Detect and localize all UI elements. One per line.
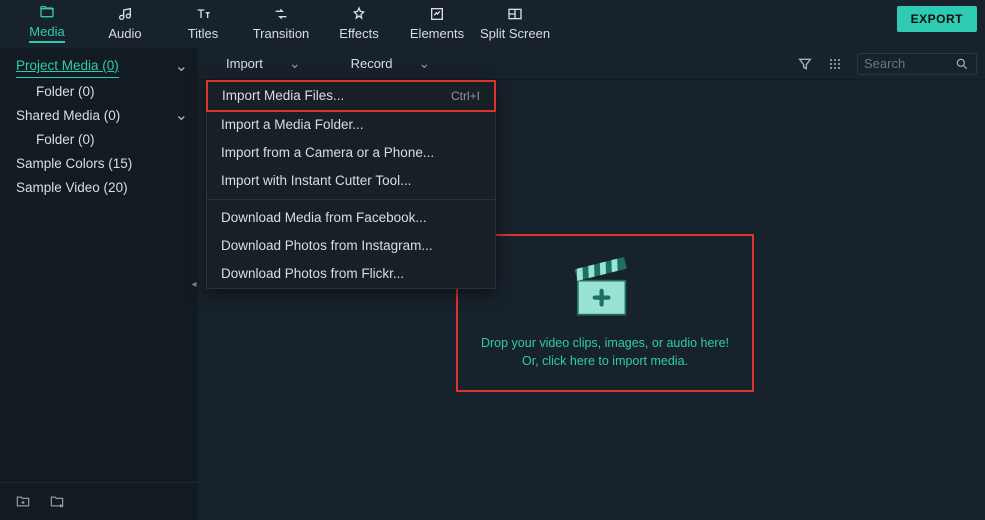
menu-item-shortcut: Ctrl+I bbox=[451, 86, 480, 106]
sidebar-item-shared-media[interactable]: Shared Media (0) ⌄ bbox=[0, 104, 198, 128]
menu-item-download-flickr[interactable]: Download Photos from Flickr... bbox=[207, 260, 495, 288]
effects-icon bbox=[351, 6, 367, 22]
top-tab-bar: Media Audio Titles Transition Effects El… bbox=[0, 0, 985, 48]
music-icon bbox=[117, 6, 133, 22]
dropzone-text-2: Or, click here to import media. bbox=[522, 352, 688, 370]
menu-item-download-facebook[interactable]: Download Media from Facebook... bbox=[207, 204, 495, 232]
chevron-down-icon: ⌄ bbox=[419, 55, 431, 72]
chevron-down-icon[interactable]: ⌄ bbox=[175, 106, 188, 126]
dropzone-text-1: Drop your video clips, images, or audio … bbox=[481, 334, 729, 352]
menu-item-import-camera[interactable]: Import from a Camera or a Phone... bbox=[207, 139, 495, 167]
grid-icon[interactable] bbox=[827, 56, 843, 72]
search-icon[interactable] bbox=[954, 56, 970, 72]
record-label: Record bbox=[351, 56, 393, 71]
sidebar-item-project-media[interactable]: Project Media (0) ⌄ bbox=[0, 54, 198, 80]
import-label: Import bbox=[226, 56, 263, 71]
tab-label: Split Screen bbox=[480, 26, 550, 41]
menu-item-download-instagram[interactable]: Download Photos from Instagram... bbox=[207, 232, 495, 260]
tab-media[interactable]: Media bbox=[8, 0, 86, 46]
menu-item-label: Download Photos from Instagram... bbox=[221, 236, 433, 256]
chevron-down-icon: ⌄ bbox=[289, 55, 301, 72]
sidebar-item-sample-video[interactable]: Sample Video (20) bbox=[0, 176, 198, 200]
media-dropzone[interactable]: Drop your video clips, images, or audio … bbox=[456, 234, 754, 392]
clapperboard-icon bbox=[571, 256, 639, 324]
add-folder-icon[interactable] bbox=[14, 494, 32, 509]
tab-titles[interactable]: Titles bbox=[164, 0, 242, 46]
sidebar-item-label: Folder (0) bbox=[36, 130, 95, 150]
menu-item-import-media-folder[interactable]: Import a Media Folder... bbox=[207, 111, 495, 139]
sidebar-item-sample-colors[interactable]: Sample Colors (15) bbox=[0, 152, 198, 176]
sidebar: Project Media (0) ⌄ Folder (0) Shared Me… bbox=[0, 48, 198, 520]
menu-item-label: Download Photos from Flickr... bbox=[221, 264, 404, 284]
menu-item-label: Import Media Files... bbox=[222, 86, 344, 106]
sidebar-item-label: Folder (0) bbox=[36, 82, 95, 102]
chevron-down-icon[interactable]: ⌄ bbox=[175, 57, 188, 77]
tab-label: Elements bbox=[410, 26, 464, 41]
import-dropdown-button[interactable]: Import ⌄ bbox=[226, 51, 301, 76]
content-toolbar: Import ⌄ Record ⌄ bbox=[198, 48, 985, 80]
menu-item-instant-cutter[interactable]: Import with Instant Cutter Tool... bbox=[207, 167, 495, 195]
remove-folder-icon[interactable] bbox=[48, 494, 66, 509]
record-dropdown-button[interactable]: Record ⌄ bbox=[351, 51, 431, 76]
transition-icon bbox=[273, 6, 289, 22]
tab-audio[interactable]: Audio bbox=[86, 0, 164, 46]
export-button[interactable]: EXPORT bbox=[897, 6, 977, 32]
sidebar-item-label: Project Media (0) bbox=[16, 56, 119, 78]
tab-transition[interactable]: Transition bbox=[242, 0, 320, 46]
tab-label: Titles bbox=[188, 26, 219, 41]
tab-label: Audio bbox=[108, 26, 141, 41]
menu-separator bbox=[207, 199, 495, 200]
sidebar-item-label: Sample Video (20) bbox=[16, 178, 128, 198]
search-input[interactable] bbox=[864, 56, 954, 71]
search-box[interactable] bbox=[857, 53, 977, 75]
tab-label: Effects bbox=[339, 26, 379, 41]
sidebar-item-folder[interactable]: Folder (0) bbox=[0, 80, 198, 104]
titles-icon bbox=[195, 6, 211, 22]
sidebar-item-label: Shared Media (0) bbox=[16, 106, 120, 126]
sidebar-footer bbox=[0, 482, 198, 520]
menu-item-label: Import from a Camera or a Phone... bbox=[221, 143, 434, 163]
elements-icon bbox=[429, 6, 445, 22]
split-screen-icon bbox=[507, 6, 523, 22]
import-dropdown-menu: Import Media Files... Ctrl+I Import a Me… bbox=[206, 80, 496, 289]
filter-icon[interactable] bbox=[797, 56, 813, 72]
toolbar-right bbox=[797, 48, 977, 79]
menu-item-label: Import with Instant Cutter Tool... bbox=[221, 171, 411, 191]
menu-item-label: Import a Media Folder... bbox=[221, 115, 364, 135]
sidebar-item-label: Sample Colors (15) bbox=[16, 154, 132, 174]
menu-item-import-media-files[interactable]: Import Media Files... Ctrl+I bbox=[206, 80, 496, 112]
tab-split-screen[interactable]: Split Screen bbox=[476, 0, 554, 46]
menu-item-label: Download Media from Facebook... bbox=[221, 208, 427, 228]
sidebar-item-folder[interactable]: Folder (0) bbox=[0, 128, 198, 152]
tab-effects[interactable]: Effects bbox=[320, 0, 398, 46]
tab-label: Media bbox=[29, 24, 64, 43]
tab-label: Transition bbox=[253, 26, 310, 41]
folder-icon bbox=[39, 4, 55, 20]
tab-elements[interactable]: Elements bbox=[398, 0, 476, 46]
